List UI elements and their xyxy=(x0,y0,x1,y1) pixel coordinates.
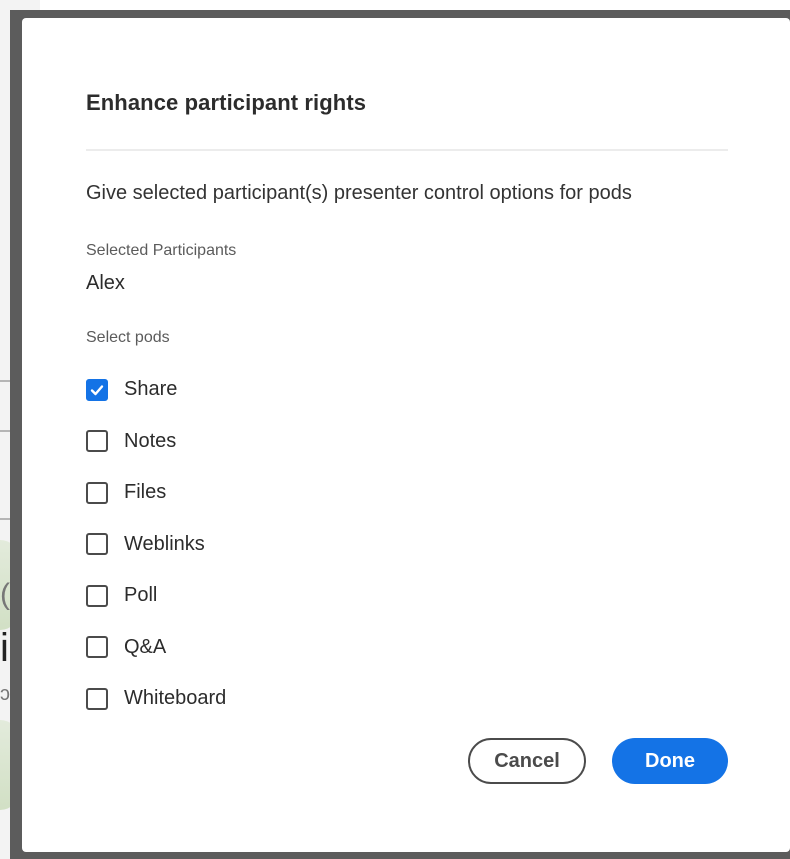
select-pods-label: Select pods xyxy=(86,329,170,346)
pod-option-weblinks[interactable]: Weblinks xyxy=(86,519,226,571)
selected-participants-value: Alex xyxy=(86,272,125,294)
pod-option-qa[interactable]: Q&A xyxy=(86,622,226,674)
pod-option-notes[interactable]: Notes xyxy=(86,416,226,468)
dialog-description: Give selected participant(s) presenter c… xyxy=(86,182,632,204)
checkbox[interactable] xyxy=(86,636,108,659)
checkbox[interactable] xyxy=(86,584,108,607)
pod-option-files[interactable]: Files xyxy=(86,467,226,519)
pod-label: Poll xyxy=(124,584,158,607)
checkbox[interactable] xyxy=(86,430,108,453)
enhance-rights-dialog: Enhance participant rights Give selected… xyxy=(22,18,790,852)
pod-option-poll[interactable]: Poll xyxy=(86,570,226,622)
done-button[interactable]: Done xyxy=(612,738,728,784)
background-text: i xyxy=(0,626,9,670)
pods-checkbox-list: Share Notes Files Weblinks Poll Q&A Whit… xyxy=(86,364,226,725)
checkbox[interactable] xyxy=(86,533,108,556)
pod-option-whiteboard[interactable]: Whiteboard xyxy=(86,673,226,725)
pod-label: Share xyxy=(124,378,178,401)
checkmark-icon xyxy=(90,385,104,395)
screen: ( i ɔ Enhance participant rights Give se… xyxy=(0,0,790,859)
pod-label: Files xyxy=(124,481,167,504)
checkbox[interactable] xyxy=(86,687,108,710)
dialog-title: Enhance participant rights xyxy=(86,90,367,115)
pod-label: Whiteboard xyxy=(124,687,227,710)
pod-label: Q&A xyxy=(124,635,167,658)
pod-option-share[interactable]: Share xyxy=(86,364,226,416)
background-text: ɔ xyxy=(0,683,10,705)
background-text: ( xyxy=(0,578,10,611)
title-divider xyxy=(86,149,728,151)
cancel-button[interactable]: Cancel xyxy=(468,738,586,784)
checkbox-checked[interactable] xyxy=(86,378,108,401)
selected-participants-label: Selected Participants xyxy=(86,242,237,259)
pod-label: Weblinks xyxy=(124,532,205,555)
pod-label: Notes xyxy=(124,429,177,452)
checkbox[interactable] xyxy=(86,481,108,504)
